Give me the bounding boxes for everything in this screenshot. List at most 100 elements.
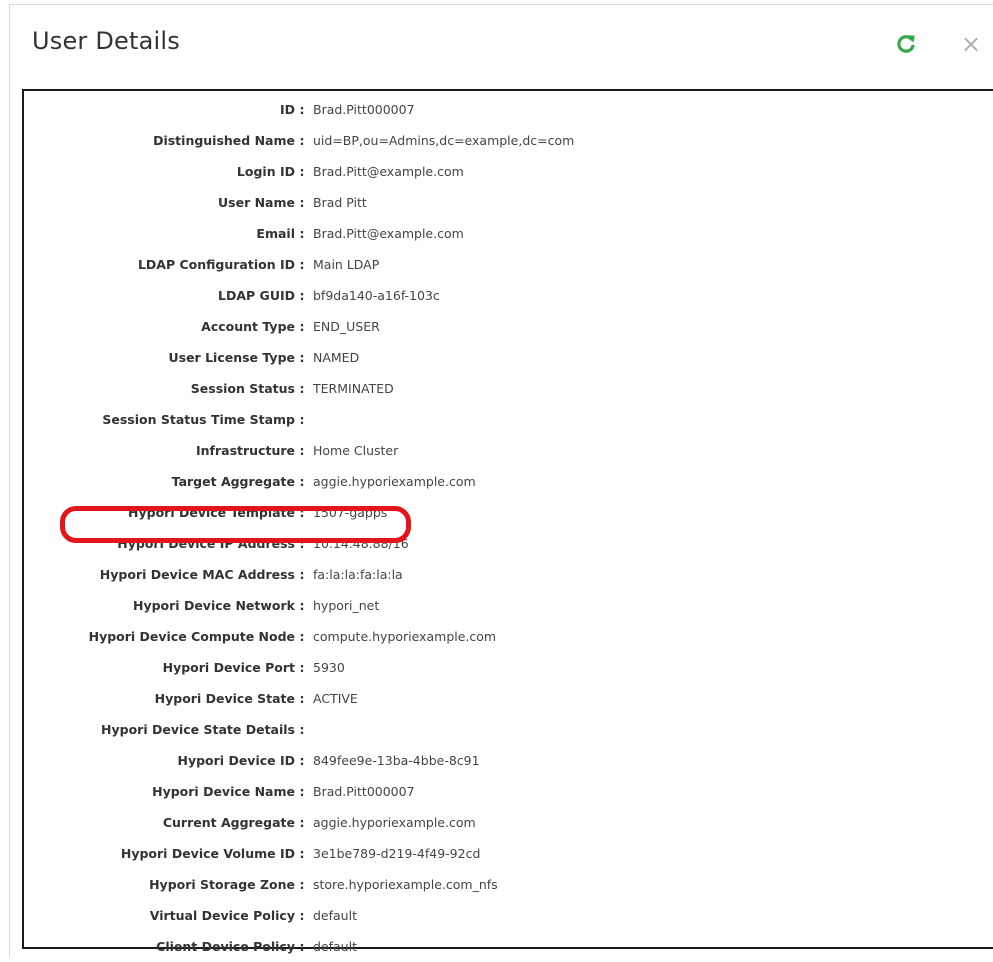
detail-label: Hypori Device MAC Address	[99, 567, 295, 582]
detail-label: Hypori Device State	[154, 691, 295, 706]
detail-separator: :	[299, 226, 305, 241]
user-details-dialog: User Details × ID: Brad.Pitt000007 Disting…	[9, 4, 993, 957]
detail-value: 1507-gapps	[313, 505, 388, 520]
detail-separator: :	[299, 381, 305, 396]
detail-row: User License Type: NAMED	[24, 342, 993, 373]
detail-label: Target Aggregate	[171, 474, 295, 489]
detail-row: User Name: Brad Pitt	[24, 187, 993, 218]
detail-separator: :	[299, 474, 305, 489]
detail-value: Brad.Pitt000007	[313, 784, 415, 799]
detail-value: END_USER	[313, 319, 380, 334]
detail-label: User License Type	[168, 350, 295, 365]
detail-separator: :	[299, 412, 305, 427]
detail-row: Distinguished Name: uid=BP,ou=Admins,dc=e…	[24, 125, 993, 156]
detail-row: Login ID: Brad.Pitt@example.com	[24, 156, 993, 187]
detail-label: Email	[256, 226, 295, 241]
detail-separator: :	[299, 133, 305, 148]
detail-value: 10.14.48.88/16	[313, 536, 409, 551]
detail-separator: :	[299, 722, 305, 737]
detail-value: 5930	[313, 660, 345, 675]
detail-value: TERMINATED	[313, 381, 394, 396]
detail-value: hypori_net	[313, 598, 380, 613]
detail-separator: :	[299, 536, 305, 551]
detail-separator: :	[299, 288, 305, 303]
detail-row: Hypori Device MAC Address: fa:la:la:fa:la…	[24, 559, 993, 590]
detail-separator: :	[299, 815, 305, 830]
detail-separator: :	[299, 753, 305, 768]
detail-separator: :	[299, 598, 305, 613]
detail-separator: :	[299, 319, 305, 334]
detail-row: Account Type: END_USER	[24, 311, 993, 342]
detail-separator: :	[299, 102, 305, 117]
detail-value: aggie.hyporiexample.com	[313, 815, 476, 830]
detail-value: Brad.Pitt@example.com	[313, 226, 464, 241]
refresh-button[interactable]	[894, 32, 918, 56]
detail-label: LDAP GUID	[218, 288, 295, 303]
detail-separator: :	[299, 350, 305, 365]
detail-value: 3e1be789-d219-4f49-92cd	[313, 846, 481, 861]
detail-separator: :	[299, 505, 305, 520]
detail-row: Current Aggregate: aggie.hyporiexample.co…	[24, 807, 993, 838]
detail-separator: :	[299, 629, 305, 644]
detail-value: uid=BP,ou=Admins,dc=example,dc=com	[313, 133, 575, 148]
detail-row: LDAP Configuration ID: Main LDAP	[24, 249, 993, 280]
detail-row: Email: Brad.Pitt@example.com	[24, 218, 993, 249]
detail-row: Hypori Device Port:5930	[24, 652, 993, 683]
detail-row: Infrastructure: Home Cluster	[24, 435, 993, 466]
detail-separator: :	[299, 567, 305, 582]
detail-separator: :	[299, 195, 305, 210]
detail-label: Distinguished Name	[153, 133, 295, 148]
detail-label: Current Aggregate	[162, 815, 295, 830]
detail-separator: :	[299, 660, 305, 675]
detail-row: Target Aggregate: aggie.hyporiexample.com	[24, 466, 993, 497]
detail-separator: :	[299, 691, 305, 706]
detail-value: NAMED	[313, 350, 360, 365]
detail-row: Hypori Device Name: Brad.Pitt000007	[24, 776, 993, 807]
detail-separator: :	[299, 877, 305, 892]
detail-value: Home Cluster	[313, 443, 399, 458]
detail-separator: :	[299, 784, 305, 799]
detail-label: Session Status	[190, 381, 295, 396]
detail-value: default	[313, 939, 357, 954]
detail-row: LDAP GUID: bf9da140-a16f-103c	[24, 280, 993, 311]
detail-label: Session Status Time Stamp	[102, 412, 295, 427]
detail-row: Session Status Time Stamp:	[24, 404, 993, 435]
detail-row: Hypori Device State: ACTIVE	[24, 683, 993, 714]
detail-label: Account Type	[201, 319, 295, 334]
detail-label: Infrastructure	[196, 443, 295, 458]
detail-row: Hypori Device Volume ID:3e1be789-d219-4f…	[24, 838, 993, 869]
detail-label: Hypori Device Name	[152, 784, 295, 799]
detail-row: Hypori Device Network: hypori_net	[24, 590, 993, 621]
details-panel: ID: Brad.Pitt000007 Distinguished Name: uid…	[22, 89, 993, 954]
detail-value: Brad Pitt	[313, 195, 367, 210]
detail-row: Hypori Storage Zone: store.hyporiexample.…	[24, 869, 993, 900]
detail-label: Hypori Device State Details	[101, 722, 295, 737]
detail-row: Hypori Device State Details:	[24, 714, 993, 745]
detail-label: Client Device Policy	[156, 939, 295, 954]
detail-row: Hypori Device IP Address:10.14.48.88/16	[24, 528, 993, 559]
detail-separator: :	[299, 257, 305, 272]
dialog-title: User Details	[32, 27, 180, 55]
detail-separator: :	[299, 164, 305, 179]
detail-value: compute.hyporiexample.com	[313, 629, 497, 644]
detail-separator: :	[299, 939, 305, 954]
detail-label: User Name	[218, 195, 295, 210]
detail-label: Hypori Device IP Address	[117, 536, 295, 551]
detail-row: Hypori Device ID:849fee9e-13ba-4bbe-8c91	[24, 745, 993, 776]
detail-row: Virtual Device Policy: default	[24, 900, 993, 931]
detail-value: Main LDAP	[313, 257, 380, 272]
detail-separator: :	[299, 443, 305, 458]
close-icon: ×	[960, 30, 982, 58]
detail-row: Hypori Device Template:1507-gapps	[24, 497, 993, 528]
detail-value: aggie.hyporiexample.com	[313, 474, 476, 489]
detail-value: bf9da140-a16f-103c	[313, 288, 440, 303]
detail-row: Client Device Policy: default	[24, 931, 993, 962]
detail-label: Hypori Storage Zone	[149, 877, 295, 892]
detail-label: Hypori Device ID	[177, 753, 296, 768]
detail-label: ID	[279, 102, 295, 117]
detail-value: default	[313, 908, 357, 923]
details-list: ID: Brad.Pitt000007 Distinguished Name: uid…	[24, 94, 993, 962]
detail-value: Brad.Pitt@example.com	[313, 164, 464, 179]
close-button[interactable]: ×	[960, 30, 982, 58]
detail-label: Hypori Device Template	[128, 505, 295, 520]
